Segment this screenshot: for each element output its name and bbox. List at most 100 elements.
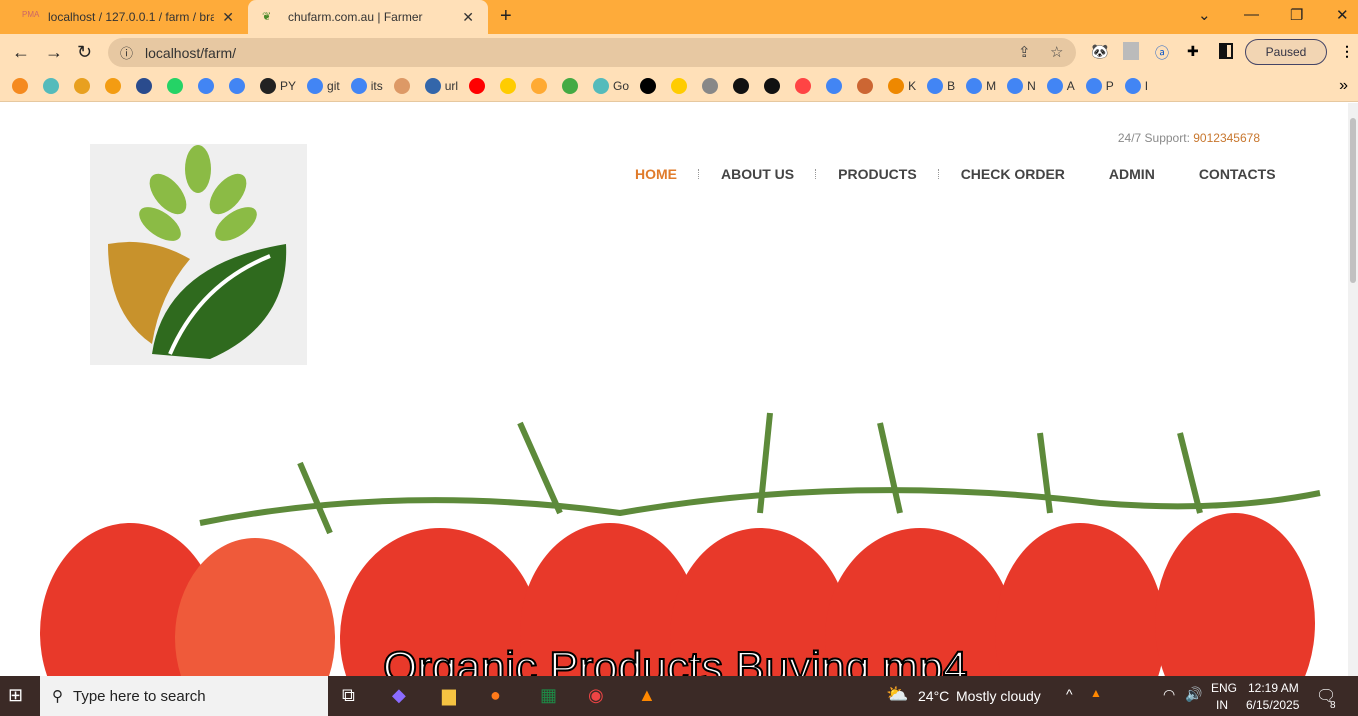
nav-check-order[interactable]: CHECK ORDER xyxy=(961,166,1065,182)
firefox-icon[interactable]: ● xyxy=(490,685,501,706)
tab-phpmyadmin[interactable]: PMA localhost / 127.0.0.1 / farm / bran … xyxy=(8,0,248,34)
bookmark-item[interactable] xyxy=(198,77,218,94)
bookmark-item[interactable]: N xyxy=(1007,77,1036,94)
bookmark-item[interactable] xyxy=(167,77,187,94)
puzzle-extensions-icon[interactable]: ✚ xyxy=(1187,43,1199,60)
bookmark-item[interactable]: B xyxy=(927,77,955,94)
copilot-icon[interactable]: ◆ xyxy=(392,685,406,706)
share-icon[interactable]: ⇪ xyxy=(1018,43,1031,61)
bookmark-item[interactable]: its xyxy=(350,77,383,94)
bookmark-item[interactable] xyxy=(795,77,815,94)
task-view-icon[interactable]: ⧉ xyxy=(342,685,355,706)
profile-button[interactable]: Paused xyxy=(1245,39,1327,65)
nav-admin[interactable]: ADMIN xyxy=(1109,166,1155,182)
vlc-tray-icon[interactable]: ▲ xyxy=(1090,686,1102,700)
close-tab-icon[interactable]: ✕ xyxy=(462,9,474,26)
restore-button[interactable]: ❐ xyxy=(1290,6,1303,24)
bookmark-star-icon[interactable]: ☆ xyxy=(1050,43,1063,61)
chrome-icon[interactable]: ◉ xyxy=(588,685,604,706)
nav-home[interactable]: HOME xyxy=(635,166,699,182)
bookmark-item[interactable] xyxy=(562,77,582,94)
bookmark-item[interactable] xyxy=(640,77,660,94)
bookmark-item[interactable]: A xyxy=(1046,77,1075,94)
clock-time[interactable]: 12:19 AM xyxy=(1248,681,1299,695)
bookmark-favicon-icon xyxy=(74,77,90,94)
address-bar[interactable]: ⓘ localhost/farm/ ⇪ ☆ xyxy=(108,38,1076,67)
nav-about-us[interactable]: ABOUT US xyxy=(721,166,817,182)
close-window-button[interactable]: ✕ xyxy=(1336,6,1349,24)
menu-icon[interactable]: ⋮ xyxy=(1340,43,1354,60)
file-explorer-icon[interactable]: ▆ xyxy=(442,685,456,706)
windows-start-icon[interactable]: ⊞ xyxy=(8,685,23,706)
bookmark-item[interactable] xyxy=(702,77,722,94)
bookmark-item[interactable] xyxy=(671,77,691,94)
bookmark-item[interactable]: M xyxy=(966,77,996,94)
site-logo[interactable] xyxy=(90,144,307,365)
bookmark-favicon-icon xyxy=(1046,77,1063,94)
taskbar-search[interactable]: ⚲ Type here to search xyxy=(40,676,328,716)
wifi-icon[interactable]: ◠ xyxy=(1163,686,1175,703)
bookmark-item[interactable] xyxy=(136,77,156,94)
forward-button[interactable]: → xyxy=(45,42,63,63)
volume-icon[interactable]: 🔊 xyxy=(1185,686,1202,703)
bookmark-item[interactable]: PY xyxy=(260,77,296,94)
excel-icon[interactable]: ▦ xyxy=(540,685,557,706)
bookmark-item[interactable] xyxy=(469,77,489,94)
bookmark-item[interactable] xyxy=(12,77,32,94)
weather-icon[interactable]: ⛅ xyxy=(886,684,908,705)
tomato-video[interactable] xyxy=(0,403,1348,676)
bookmark-item[interactable] xyxy=(764,77,784,94)
bookmark-item[interactable] xyxy=(74,77,94,94)
bookmark-item[interactable] xyxy=(500,77,520,94)
bookmark-item[interactable] xyxy=(826,77,846,94)
scrollbar-thumb[interactable] xyxy=(1350,118,1356,283)
panda-extension-icon[interactable]: 🐼 xyxy=(1091,43,1108,60)
weather-desc[interactable]: Mostly cloudy xyxy=(956,688,1041,704)
bookmark-favicon-icon xyxy=(702,77,719,94)
video-caption: Organic Products Buying.mp4 xyxy=(382,642,969,676)
back-button[interactable]: ← xyxy=(12,42,30,63)
tab-search-icon[interactable]: ⌄ xyxy=(1198,6,1211,24)
reload-button[interactable]: ↻ xyxy=(77,42,92,63)
bookmark-favicon-icon xyxy=(593,77,610,94)
tab-chufarm[interactable]: ❦ chufarm.com.au | Farmer ✕ xyxy=(248,0,488,34)
bookmark-item[interactable] xyxy=(393,77,414,94)
language-indicator[interactable]: ENG xyxy=(1211,681,1237,695)
bookmark-item[interactable] xyxy=(229,77,249,94)
clock-date[interactable]: 6/15/2025 xyxy=(1246,698,1299,712)
show-hidden-icons[interactable]: ^ xyxy=(1066,686,1073,702)
site-info-icon[interactable]: ⓘ xyxy=(120,43,133,62)
bookmark-favicon-icon xyxy=(1007,77,1024,94)
bookmark-item[interactable]: K xyxy=(888,77,916,94)
bookmark-favicon-icon xyxy=(531,77,548,94)
bookmark-item[interactable]: P xyxy=(1085,77,1114,94)
support-label: 24/7 Support: xyxy=(1117,131,1190,145)
minimize-button[interactable]: — xyxy=(1244,6,1259,23)
weather-temp[interactable]: 24°C xyxy=(918,688,949,704)
bookmark-item[interactable] xyxy=(105,77,125,94)
region-indicator[interactable]: IN xyxy=(1216,698,1228,712)
bookmark-item[interactable] xyxy=(43,77,63,94)
page-scrollbar[interactable] xyxy=(1348,103,1358,676)
bookmark-item[interactable] xyxy=(857,77,877,94)
bookmark-item[interactable] xyxy=(733,77,753,94)
bookmark-favicon-icon xyxy=(424,77,441,94)
bookmark-item[interactable]: Go xyxy=(593,77,629,94)
bookmark-label: git xyxy=(327,78,340,93)
bookmark-favicon-icon xyxy=(500,77,517,94)
pma-icon: PMA xyxy=(22,10,40,19)
a-extension-icon[interactable]: ⓐ xyxy=(1155,43,1169,63)
new-tab-button[interactable]: + xyxy=(500,5,512,28)
side-panel-icon[interactable] xyxy=(1219,43,1233,59)
extension-icon[interactable] xyxy=(1123,42,1139,60)
bookmark-item[interactable] xyxy=(531,77,551,94)
close-tab-icon[interactable]: ✕ xyxy=(222,9,234,26)
vlc-icon[interactable]: ▲ xyxy=(638,685,656,706)
more-bookmarks-icon[interactable]: » xyxy=(1339,77,1348,95)
bookmark-item[interactable]: I xyxy=(1124,77,1148,94)
nav-products[interactable]: PRODUCTS xyxy=(838,166,939,182)
nav-contacts[interactable]: CONTACTS xyxy=(1199,166,1276,182)
bookmark-item[interactable]: git xyxy=(307,77,340,94)
notification-count: 8 xyxy=(1330,700,1336,711)
bookmark-item[interactable]: url xyxy=(424,77,458,94)
